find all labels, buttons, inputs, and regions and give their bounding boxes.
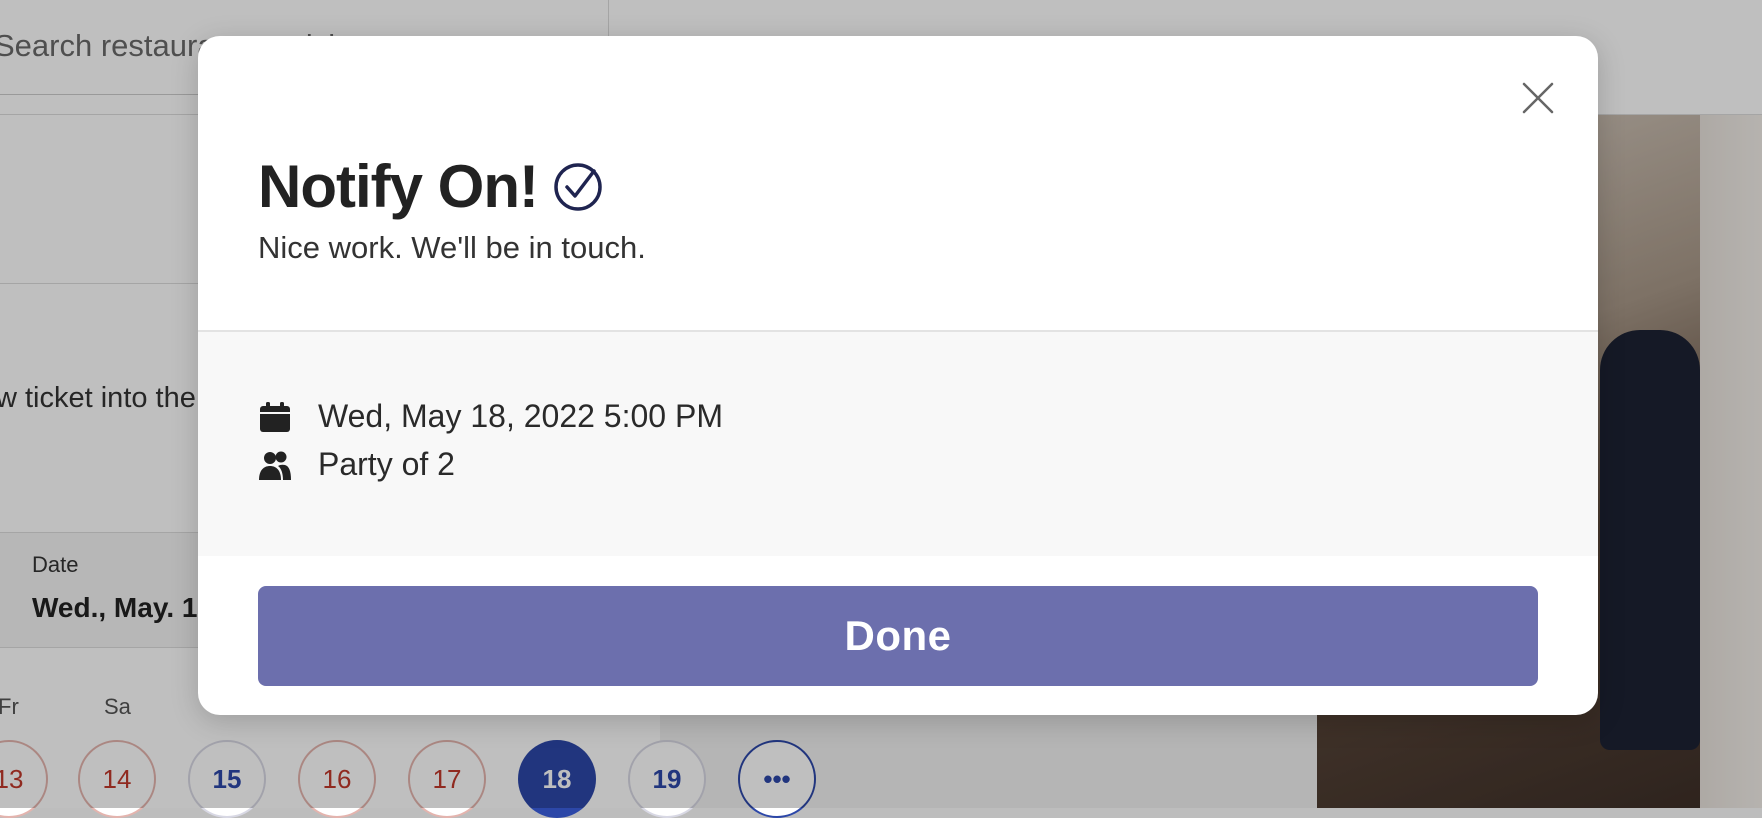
party-row: Party of 2 xyxy=(258,446,455,483)
title-row: Notify On! xyxy=(258,152,604,221)
check-circle-icon xyxy=(554,162,602,211)
modal-title: Notify On! xyxy=(258,153,539,220)
notify-modal: Notify On! Nice work. We'll be in touch.… xyxy=(198,36,1598,715)
party-size: Party of 2 xyxy=(318,446,455,482)
modal-header: Notify On! Nice work. We'll be in touch. xyxy=(198,36,1598,332)
datetime-row: Wed, May 18, 2022 5:00 PM xyxy=(258,398,723,435)
calendar-icon xyxy=(260,401,290,432)
reservation-datetime: Wed, May 18, 2022 5:00 PM xyxy=(318,398,723,434)
reservation-details: Wed, May 18, 2022 5:00 PM Party of 2 xyxy=(198,332,1598,556)
people-icon xyxy=(259,451,291,480)
done-button[interactable]: Done xyxy=(258,586,1538,686)
modal-subtitle: Nice work. We'll be in touch. xyxy=(258,230,646,265)
